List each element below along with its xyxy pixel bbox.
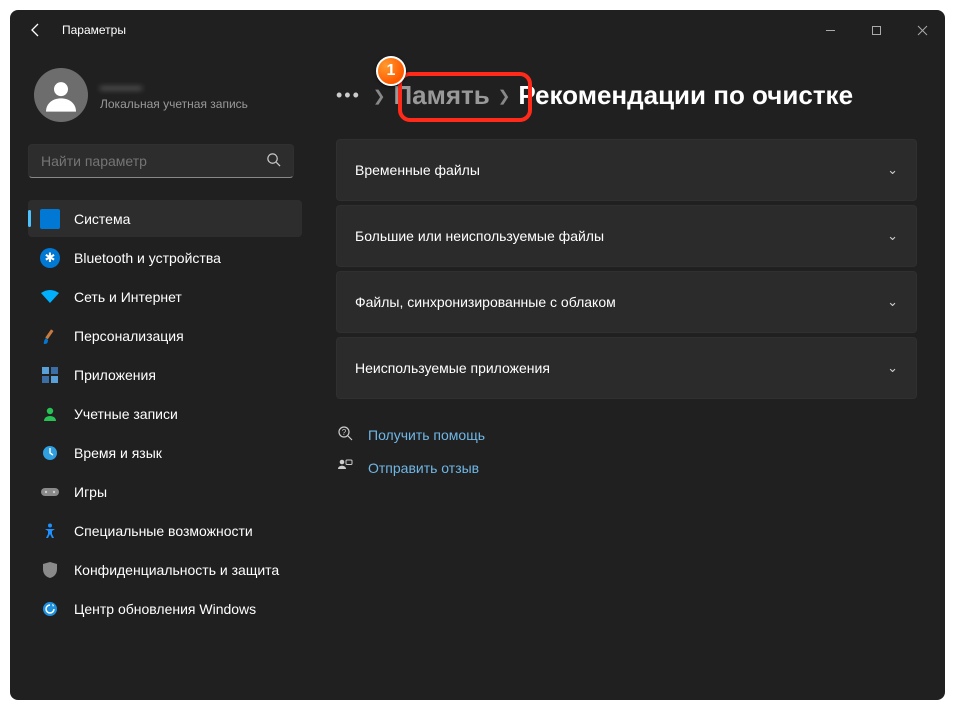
gamepad-icon [40, 482, 60, 502]
display-icon [40, 209, 60, 229]
nav-item-accounts[interactable]: Учетные записи [28, 395, 302, 432]
nav-item-accessibility[interactable]: Специальные возможности [28, 512, 302, 549]
feedback-link[interactable]: Отправить отзыв [368, 460, 479, 476]
clock-icon [40, 443, 60, 463]
bluetooth-icon: ✱ [40, 248, 60, 268]
annotation-step-badge: 1 [376, 56, 406, 86]
user-profile[interactable]: ——— Локальная учетная запись [28, 68, 302, 122]
breadcrumb: ••• ❯ Память ❯ Рекомендации по очистке [336, 80, 917, 111]
chevron-right-icon: ❯ [498, 87, 511, 105]
shield-icon [40, 560, 60, 580]
nav-item-privacy[interactable]: Конфиденциальность и защита [28, 551, 302, 588]
accessibility-icon [40, 521, 60, 541]
page-title: Рекомендации по очистке [518, 80, 853, 111]
maximize-button[interactable] [853, 10, 899, 50]
section-large-unused[interactable]: Большие или неиспользуемые файлы ⌄ [336, 205, 917, 267]
nav-list: Система ✱ Bluetooth и устройства Сеть и … [28, 200, 302, 627]
nav-label: Конфиденциальность и защита [74, 562, 279, 578]
nav-item-bluetooth[interactable]: ✱ Bluetooth и устройства [28, 239, 302, 276]
nav-item-time[interactable]: Время и язык [28, 434, 302, 471]
section-label: Временные файлы [355, 162, 480, 178]
nav-item-system[interactable]: Система [28, 200, 302, 237]
nav-label: Система [74, 211, 130, 227]
nav-label: Персонализация [74, 328, 184, 344]
nav-item-apps[interactable]: Приложения [28, 356, 302, 393]
nav-item-windows-update[interactable]: Центр обновления Windows [28, 590, 302, 627]
help-icon: ? [336, 425, 354, 444]
chevron-down-icon: ⌄ [887, 360, 898, 376]
nav-label: Игры [74, 484, 107, 500]
nav-label: Время и язык [74, 445, 162, 461]
section-cloud-synced[interactable]: Файлы, синхронизированные с облаком ⌄ [336, 271, 917, 333]
breadcrumb-more[interactable]: ••• [336, 85, 361, 106]
chevron-down-icon: ⌄ [887, 228, 898, 244]
chevron-down-icon: ⌄ [887, 162, 898, 178]
nav-item-personalization[interactable]: Персонализация [28, 317, 302, 354]
get-help-link[interactable]: Получить помощь [368, 427, 485, 443]
settings-window: Параметры ——— Локальная учетная запись [10, 10, 945, 700]
nav-label: Специальные возможности [74, 523, 253, 539]
chevron-right-icon: ❯ [373, 87, 386, 105]
search-box[interactable] [28, 144, 294, 178]
apps-icon [40, 365, 60, 385]
nav-item-network[interactable]: Сеть и Интернет [28, 278, 302, 315]
section-label: Файлы, синхронизированные с облаком [355, 294, 616, 310]
section-temp-files[interactable]: Временные файлы ⌄ [336, 139, 917, 201]
search-input[interactable] [41, 153, 266, 169]
breadcrumb-storage[interactable]: Память [393, 80, 489, 111]
nav-label: Приложения [74, 367, 156, 383]
chevron-down-icon: ⌄ [887, 294, 898, 310]
svg-text:?: ? [342, 428, 347, 437]
feedback-icon [336, 458, 354, 477]
window-title: Параметры [62, 23, 126, 37]
main-panel: ••• ❯ Память ❯ Рекомендации по очистке В… [310, 50, 945, 700]
window-controls [807, 10, 945, 50]
content-area: ——— Локальная учетная запись Система ✱ B… [10, 50, 945, 700]
person-icon [40, 404, 60, 424]
update-icon [40, 599, 60, 619]
user-name: ——— [100, 79, 248, 95]
nav-label: Центр обновления Windows [74, 601, 256, 617]
titlebar: Параметры [10, 10, 945, 50]
close-button[interactable] [899, 10, 945, 50]
search-icon [266, 152, 281, 170]
section-label: Большие или неиспользуемые файлы [355, 228, 604, 244]
help-link-row: ? Получить помощь [336, 425, 917, 444]
section-unused-apps[interactable]: Неиспользуемые приложения ⌄ [336, 337, 917, 399]
nav-label: Учетные записи [74, 406, 178, 422]
back-button[interactable] [28, 22, 44, 38]
footer-links: ? Получить помощь Отправить отзыв [336, 425, 917, 477]
user-subtitle: Локальная учетная запись [100, 97, 248, 111]
nav-label: Bluetooth и устройства [74, 250, 221, 266]
minimize-button[interactable] [807, 10, 853, 50]
nav-label: Сеть и Интернет [74, 289, 182, 305]
sidebar: ——— Локальная учетная запись Система ✱ B… [10, 50, 310, 700]
brush-icon [40, 326, 60, 346]
wifi-icon [40, 287, 60, 307]
section-label: Неиспользуемые приложения [355, 360, 550, 376]
feedback-link-row: Отправить отзыв [336, 458, 917, 477]
nav-item-gaming[interactable]: Игры [28, 473, 302, 510]
avatar-icon [34, 68, 88, 122]
